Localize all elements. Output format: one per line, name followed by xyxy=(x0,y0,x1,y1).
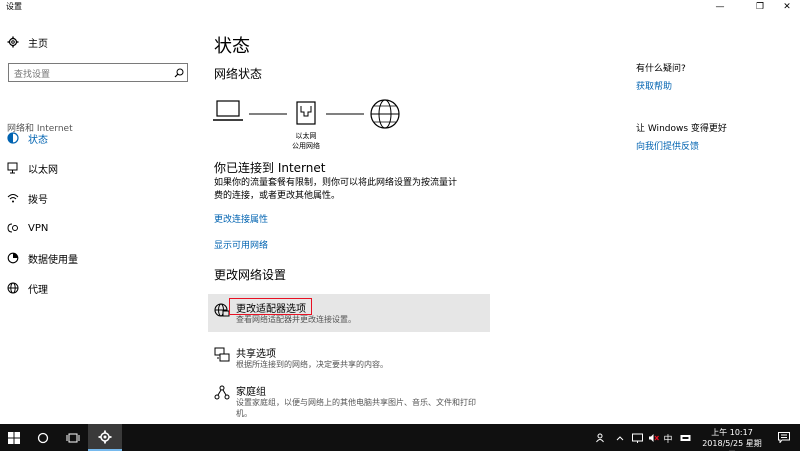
windows-logo-icon xyxy=(8,431,20,444)
network-tray-icon[interactable] xyxy=(630,424,644,451)
sidebar-item-home[interactable]: 主页 xyxy=(0,31,200,53)
data-usage-icon xyxy=(7,252,19,264)
sidebar-item-label: 以太网 xyxy=(28,164,58,176)
option-description: 根据所连接到的网络，决定要共享的内容。 xyxy=(236,360,388,369)
network-diagram: 以太网 公用网络 xyxy=(212,94,412,154)
highlight-box xyxy=(229,298,312,315)
adapter-icon xyxy=(214,302,230,318)
option-title: 家庭组 xyxy=(236,387,266,398)
status-icon xyxy=(7,132,19,144)
connected-description-line-2: 费的连接，或者更改其他属性。 xyxy=(214,191,341,201)
ethernet-icon xyxy=(7,162,19,174)
title-bar: 设置 — ❐ ✕ xyxy=(0,0,800,14)
help-question: 有什么疑问? xyxy=(636,64,686,74)
clock-date[interactable]: 2018/5/25 星期五 xyxy=(700,438,764,451)
sidebar-item-ethernet[interactable]: 以太网 xyxy=(0,157,200,179)
cortana-icon xyxy=(37,432,49,443)
task-view-icon xyxy=(66,433,80,442)
volume-muted-icon[interactable] xyxy=(646,424,660,451)
option-title: 共享选项 xyxy=(236,349,276,360)
action-center-icon[interactable] xyxy=(772,424,796,451)
search-icon[interactable] xyxy=(172,66,185,79)
improve-windows-heading: 让 Windows 变得更好 xyxy=(636,124,727,134)
sidebar-item-label: 代理 xyxy=(28,284,48,296)
search-placeholder: 查找设置 xyxy=(14,70,51,80)
option-description: 查看网络适配器并更改连接设置。 xyxy=(236,315,356,324)
homegroup-button[interactable]: 家庭组 设置家庭组，以便与网络上的其他电脑共享图片、音乐、文件和打印 机。 xyxy=(208,377,490,421)
proxy-icon xyxy=(7,282,19,294)
show-available-networks-link[interactable]: 显示可用网络 xyxy=(214,238,268,251)
adapter-name-label: 以太网 xyxy=(295,132,317,140)
page-title: 状态 xyxy=(214,36,250,57)
chevron-up-icon[interactable] xyxy=(614,424,626,451)
maximize-button[interactable]: ❐ xyxy=(745,0,775,14)
sidebar-item-status[interactable]: 状态 xyxy=(0,127,200,149)
sharing-icon xyxy=(214,347,230,363)
ime-indicator[interactable]: 中 xyxy=(662,432,674,445)
network-type-label: 公用网络 xyxy=(292,142,320,150)
people-icon[interactable] xyxy=(594,424,608,451)
sidebar-item-label: 状态 xyxy=(28,134,48,146)
option-description-line-1: 设置家庭组，以便与网络上的其他电脑共享图片、音乐、文件和打印 xyxy=(236,398,476,407)
close-button[interactable]: ✕ xyxy=(772,0,800,14)
sidebar: 主页 查找设置 网络和 Internet 状态 以太网 拨号 VPN 数据使用量… xyxy=(0,14,200,424)
network-status-heading: 网络状态 xyxy=(214,67,263,81)
connected-description-line-1: 如果你的流量套餐有限制，则你可以将此网络设置为按流量计 xyxy=(214,178,458,188)
sidebar-item-vpn[interactable]: VPN xyxy=(0,217,200,239)
gear-icon xyxy=(98,430,112,443)
sidebar-item-dialup[interactable]: 拨号 xyxy=(0,187,200,209)
cortana-button[interactable] xyxy=(28,424,58,451)
keyboard-icon[interactable] xyxy=(678,424,692,451)
laptop-icon xyxy=(213,100,243,121)
sidebar-item-data-usage[interactable]: 数据使用量 xyxy=(0,247,200,269)
sidebar-item-label: 数据使用量 xyxy=(28,254,78,266)
task-view-button[interactable] xyxy=(58,424,88,451)
connected-heading: 你已连接到 Internet xyxy=(214,161,326,175)
clock-time[interactable]: 上午 10:17 xyxy=(700,427,764,438)
ethernet-adapter-icon xyxy=(296,101,316,125)
change-connection-properties-link[interactable]: 更改连接属性 xyxy=(214,212,268,225)
get-help-link[interactable]: 获取帮助 xyxy=(636,79,672,92)
globe-icon xyxy=(370,99,400,129)
taskbar: 中 上午 10:17 2018/5/25 星期五 xyxy=(0,424,800,451)
gear-icon xyxy=(7,36,19,48)
main-content: 状态 网络状态 以太网 公用网络 你已连接到 Internet 如果你的流量套餐… xyxy=(200,14,620,424)
start-button[interactable] xyxy=(0,424,28,451)
sidebar-item-label: 拨号 xyxy=(28,194,48,206)
window-title: 设置 xyxy=(6,2,22,11)
search-input[interactable]: 查找设置 xyxy=(8,63,188,82)
sharing-options-button[interactable]: 共享选项 根据所连接到的网络，决定要共享的内容。 xyxy=(208,339,490,377)
sidebar-item-label: 主页 xyxy=(28,38,48,50)
minimize-button[interactable]: — xyxy=(705,0,735,14)
dialup-icon xyxy=(7,192,19,204)
settings-taskbar-button[interactable] xyxy=(88,424,122,451)
option-description-line-2: 机。 xyxy=(236,409,252,418)
sidebar-item-proxy[interactable]: 代理 xyxy=(0,277,200,299)
vpn-icon xyxy=(7,222,19,234)
homegroup-icon xyxy=(214,385,230,401)
sidebar-item-label: VPN xyxy=(28,222,49,234)
change-network-settings-heading: 更改网络设置 xyxy=(214,268,287,282)
feedback-link[interactable]: 向我们提供反馈 xyxy=(636,139,699,152)
